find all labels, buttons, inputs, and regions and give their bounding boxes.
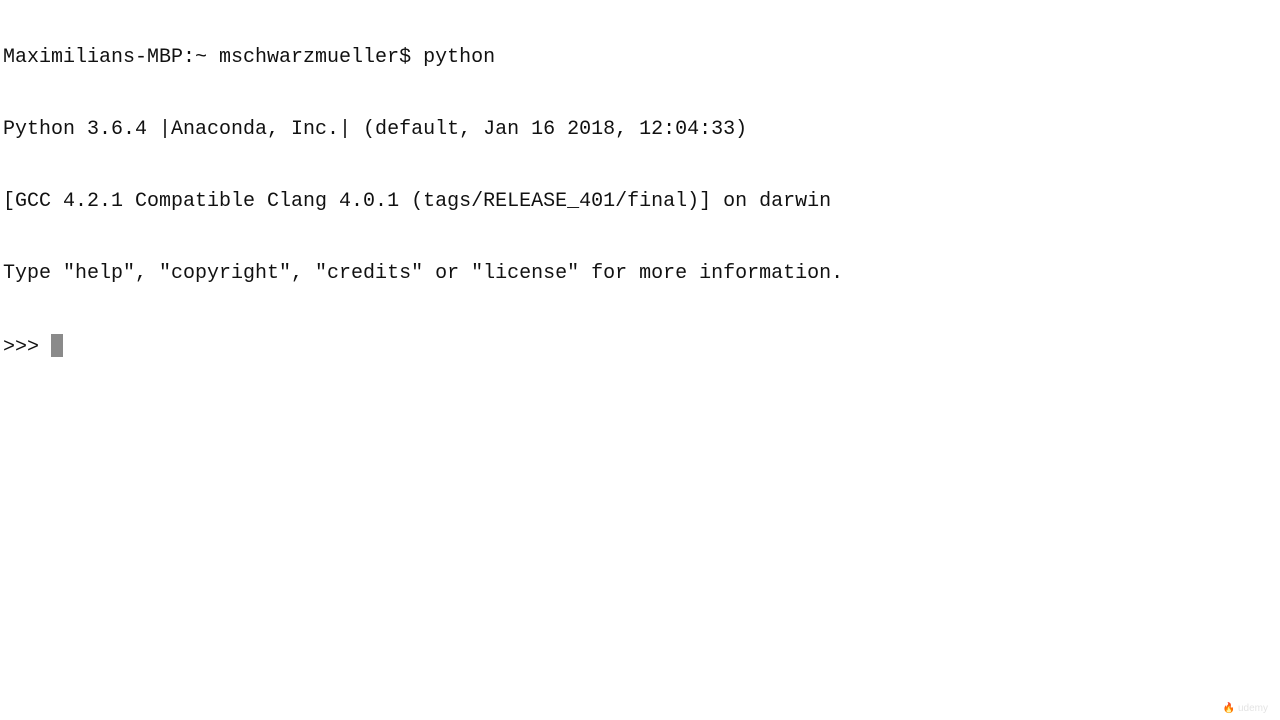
text-cursor	[51, 334, 64, 357]
udemy-logo-icon: 🔥	[1222, 703, 1236, 714]
watermark-text: udemy	[1237, 703, 1268, 714]
python-version-line: Python 3.6.4 |Anaconda, Inc.| (default, …	[3, 118, 748, 141]
terminal-output[interactable]: Maximilians-MBP:~ mschwarzmueller$ pytho…	[3, 0, 843, 382]
watermark: 🔥 udemy	[1223, 703, 1268, 714]
help-info-line: Type "help", "copyright", "credits" or "…	[3, 262, 844, 285]
repl-prompt: >>>	[3, 336, 52, 359]
compiler-info-line: [GCC 4.2.1 Compatible Clang 4.0.1 (tags/…	[3, 190, 832, 213]
repl-prompt-line[interactable]: >>>	[3, 334, 843, 359]
shell-command-line: Maximilians-MBP:~ mschwarzmueller$ pytho…	[3, 46, 496, 69]
